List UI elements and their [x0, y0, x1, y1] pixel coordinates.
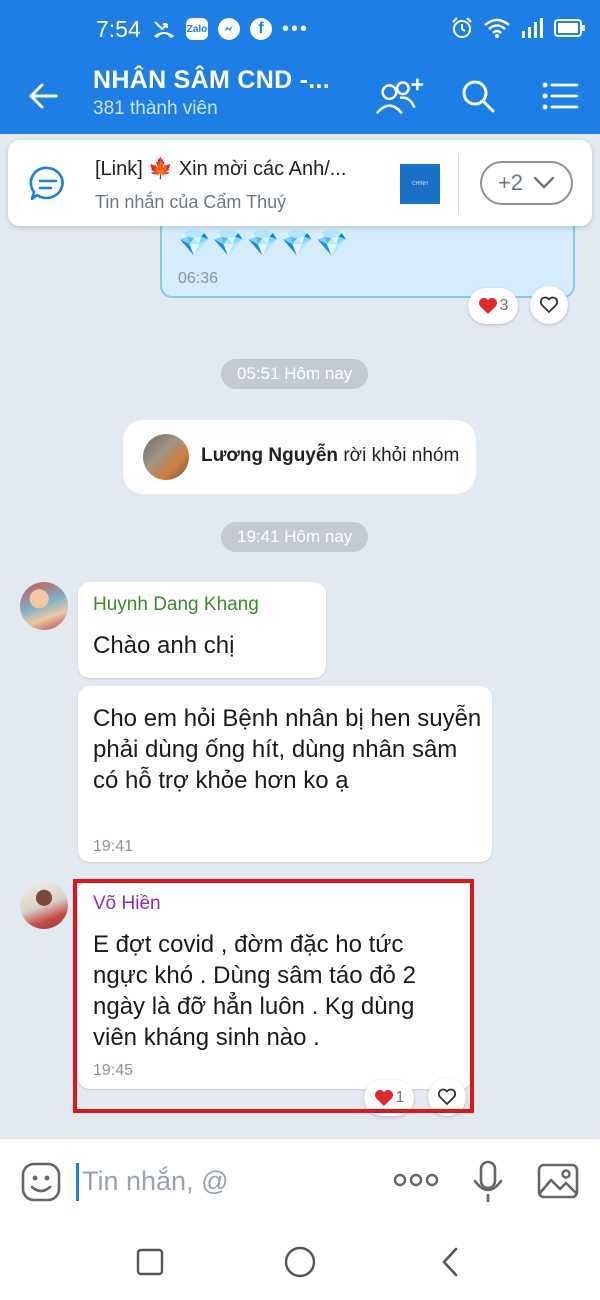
signal-icon	[522, 18, 543, 38]
member-count: 381 thành viên	[93, 98, 218, 119]
square-icon	[136, 1248, 164, 1276]
date-divider: 19:41 Hôm nay	[221, 522, 369, 552]
text-caret	[76, 1163, 79, 1201]
pinned-text: [Link] 🍁 Xin mời các Anh/...	[95, 158, 347, 180]
search-icon	[462, 80, 495, 113]
wifi-icon	[484, 18, 510, 38]
recent-apps-button[interactable]	[128, 1240, 172, 1284]
message-input[interactable]: Tin nhắn, @	[82, 1166, 228, 1197]
sticker-icon[interactable]	[18, 1159, 64, 1205]
red-heart-icon	[478, 298, 497, 314]
pinned-more-button[interactable]: +2	[480, 161, 573, 205]
message-input-bar: Tin nhắn, @	[0, 1138, 600, 1224]
chat-header: NHÂN SÂM CND -... 381 thành viên	[0, 56, 600, 134]
avatar[interactable]	[20, 582, 68, 630]
image-icon[interactable]	[536, 1161, 580, 1201]
avatar[interactable]	[20, 881, 68, 929]
heart-outline-icon	[539, 296, 559, 313]
back-nav-button[interactable]	[428, 1240, 472, 1284]
add-member-icon	[375, 78, 424, 115]
message-bubble[interactable]: Huynh Dang Khang Chào anh chị	[78, 582, 326, 678]
notification-icons: Zalo f •••	[152, 18, 309, 40]
circle-icon	[284, 1246, 316, 1278]
pinned-sender: Tin nhắn của Cẩm Thuý	[95, 192, 287, 212]
notice-text: Lương Nguyễn rời khỏi nhóm	[201, 445, 459, 467]
message-time: 06:36	[178, 270, 219, 287]
home-button[interactable]	[278, 1240, 322, 1284]
battery-icon	[554, 19, 585, 37]
menu-button[interactable]	[534, 70, 586, 122]
message-list[interactable]: 💎💎💎💎💎 06:36 3 05:51 Hôm nay Lương Nguyễn…	[0, 134, 600, 1138]
alarm-icon	[452, 17, 472, 38]
chevron-left-icon	[442, 1247, 458, 1277]
back-arrow-icon	[29, 83, 58, 109]
back-button[interactable]	[22, 74, 66, 118]
pinned-message[interactable]: [Link] 🍁 Xin mời các Anh/... Tin nhắn củ…	[8, 140, 592, 226]
sender-name: Huynh Dang Khang	[93, 594, 259, 615]
messenger-icon	[218, 18, 240, 40]
reaction-summary[interactable]: 3	[468, 288, 518, 324]
facebook-icon: f	[250, 18, 272, 40]
system-nav-bar	[0, 1224, 600, 1300]
status-time: 7:54	[96, 16, 141, 42]
list-menu-icon	[542, 82, 579, 110]
diamond-emojis: 💎💎💎💎💎	[178, 228, 350, 258]
chevron-down-icon	[533, 176, 555, 189]
more-dots-icon: •••	[282, 18, 310, 40]
highlight-box	[73, 879, 474, 1113]
status-bar: 7:54 Zalo f •••	[0, 0, 600, 56]
date-divider: 05:51 Hôm nay	[221, 359, 369, 389]
add-member-button[interactable]	[374, 70, 426, 122]
search-button[interactable]	[452, 70, 504, 122]
reaction-count: 3	[499, 297, 509, 314]
system-notice: Lương Nguyễn rời khỏi nhóm	[123, 420, 476, 494]
notice-action: rời khỏi nhóm	[338, 445, 460, 466]
zalo-icon: Zalo	[186, 18, 208, 40]
group-title[interactable]: NHÂN SÂM CND -...	[93, 66, 330, 95]
message-text: Cho em hỏi Bệnh nhân bị hen suyễn phải d…	[93, 705, 482, 794]
notice-user-name: Lương Nguyễn	[201, 445, 339, 466]
message-text: Chào anh chị	[93, 632, 235, 659]
message-time: 19:41	[93, 838, 134, 855]
pinned-more-label: +2	[497, 170, 524, 195]
missed-call-icon	[154, 21, 174, 38]
pinned-thumbnail: CHÍNH CONTENT	[400, 164, 440, 204]
react-button[interactable]	[530, 286, 568, 324]
system-icons	[450, 16, 586, 40]
pinned-divider	[458, 154, 459, 214]
message-bubble[interactable]: Cho em hỏi Bệnh nhân bị hen suyễn phải d…	[78, 686, 492, 862]
chat-bubble-icon	[29, 166, 64, 201]
avatar	[143, 434, 189, 480]
more-options-icon[interactable]	[392, 1165, 440, 1195]
microphone-icon[interactable]	[470, 1159, 506, 1205]
